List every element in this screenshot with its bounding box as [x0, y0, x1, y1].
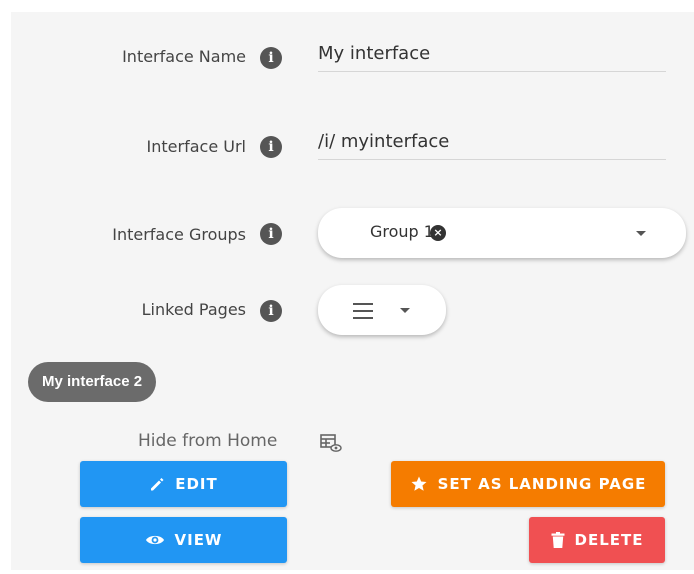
- eye-icon: [145, 535, 164, 545]
- delete-button[interactable]: DELETE: [529, 517, 665, 563]
- dropdown-caret-icon[interactable]: [400, 308, 410, 313]
- info-icon[interactable]: i: [260, 47, 282, 69]
- dropdown-caret-icon[interactable]: [636, 231, 646, 236]
- delete-button-label: DELETE: [574, 531, 644, 549]
- group-chip-label: Group 1: [370, 222, 434, 241]
- edit-button[interactable]: EDIT: [80, 461, 287, 507]
- info-icon[interactable]: i: [260, 300, 282, 322]
- info-icon[interactable]: i: [260, 223, 282, 245]
- linked-pages-select[interactable]: [318, 285, 446, 335]
- interface-name-field[interactable]: My interface: [318, 43, 666, 72]
- view-button-label: VIEW: [174, 531, 223, 549]
- interface-groups-label: Interface Groups: [112, 225, 246, 244]
- edit-button-label: EDIT: [175, 475, 218, 493]
- hide-home-icon[interactable]: [320, 433, 342, 453]
- set-landing-page-button[interactable]: SET AS LANDING PAGE: [391, 461, 665, 507]
- chip-close-icon[interactable]: ×: [430, 225, 446, 241]
- interface-url-label: Interface Url: [146, 137, 246, 156]
- interface-badge: My interface 2: [28, 362, 157, 402]
- star-icon: [411, 476, 427, 491]
- pencil-icon: [151, 478, 164, 491]
- view-button[interactable]: VIEW: [80, 517, 287, 563]
- info-icon[interactable]: i: [260, 136, 282, 158]
- hide-from-home-label: Hide from Home: [138, 431, 278, 451]
- interface-url-field[interactable]: /i/ myinterface: [318, 131, 666, 160]
- interface-groups-select[interactable]: Group 1 ×: [318, 208, 686, 258]
- trash-icon: [551, 532, 564, 548]
- set-landing-page-label: SET AS LANDING PAGE: [437, 475, 647, 493]
- interface-url-value: /i/ myinterface: [318, 131, 450, 152]
- interface-name-label: Interface Name: [122, 47, 246, 66]
- hamburger-icon: [353, 303, 373, 324]
- linked-pages-label: Linked Pages: [141, 300, 246, 319]
- interface-name-value: My interface: [318, 43, 431, 64]
